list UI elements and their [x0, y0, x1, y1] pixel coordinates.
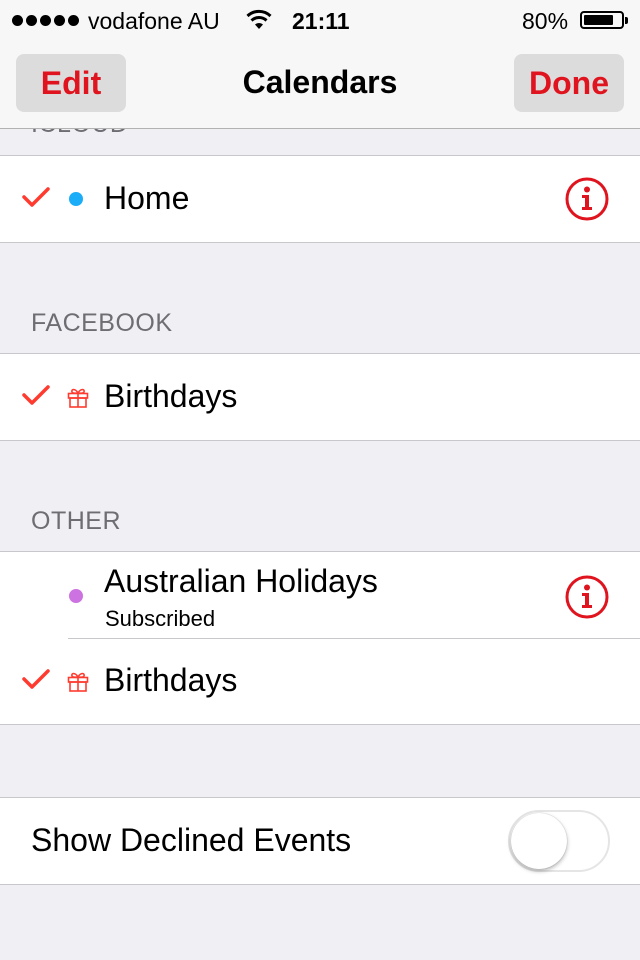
checkmark-icon: [22, 186, 50, 213]
calendar-title: Home: [104, 180, 190, 216]
calendar-row-home[interactable]: Home: [0, 156, 640, 242]
gift-icon: [67, 388, 89, 413]
calendar-title: Birthdays: [104, 662, 238, 698]
calendar-subtitle: Subscribed: [105, 606, 216, 631]
calendar-title: Australian Holidays: [104, 563, 378, 599]
signal-strength-icon: [12, 15, 79, 26]
calendar-title: Birthdays: [104, 378, 238, 414]
show-declined-events-toggle[interactable]: [508, 810, 610, 872]
section-header-other: OTHER: [31, 507, 121, 535]
info-icon[interactable]: [565, 177, 609, 221]
toggle-knob[interactable]: [511, 813, 567, 869]
calendar-color-dot: [69, 192, 83, 206]
facebook-calendar-group: Birthdays: [0, 353, 640, 441]
calendars-screen: vodafone AU 21:11 80% Edit Calendars Don…: [0, 0, 640, 960]
info-icon[interactable]: [565, 575, 609, 619]
icloud-calendar-group: Home: [0, 155, 640, 243]
other-calendar-group: Australian Holidays Subscribed Birthdays: [0, 551, 640, 725]
navigation-bar: Edit Calendars Done: [0, 40, 640, 129]
checkmark-icon: [22, 668, 50, 695]
settings-group: Show Declined Events: [0, 797, 640, 885]
carrier-name: vodafone AU: [88, 8, 220, 34]
calendar-row-birthdays[interactable]: Birthdays: [0, 638, 640, 724]
show-declined-events-label: Show Declined Events: [31, 822, 352, 858]
wifi-icon: [246, 9, 272, 37]
status-time: 21:11: [292, 8, 350, 34]
battery-icon: [580, 11, 628, 29]
edit-button[interactable]: Edit: [16, 54, 126, 112]
calendar-row-australian-holidays[interactable]: Australian Holidays Subscribed: [0, 552, 640, 638]
gift-icon: [67, 672, 89, 697]
checkmark-icon: [22, 384, 50, 411]
done-button[interactable]: Done: [514, 54, 624, 112]
calendar-row-birthdays[interactable]: Birthdays: [0, 354, 640, 440]
calendar-color-dot: [69, 589, 83, 603]
show-declined-events-row: Show Declined Events: [0, 798, 640, 884]
section-header-facebook: FACEBOOK: [31, 309, 173, 337]
status-bar: vodafone AU 21:11 80%: [0, 0, 640, 40]
battery-percent: 80%: [522, 8, 569, 34]
